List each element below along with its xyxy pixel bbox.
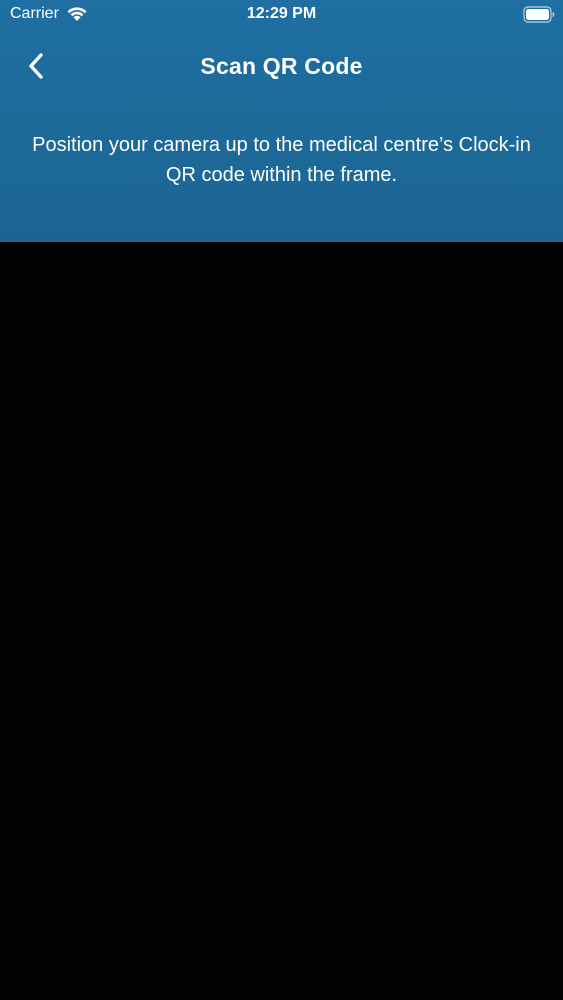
battery-icon <box>523 6 555 23</box>
instruction-text: Position your camera up to the medical c… <box>32 134 531 186</box>
camera-viewfinder[interactable] <box>0 242 563 1000</box>
nav-bar: Scan QR Code <box>0 44 563 90</box>
status-time: 12:29 PM <box>246 5 317 22</box>
qr-scan-screen: Carrier 12:29 PM Scan QR Code Position y… <box>0 0 563 1000</box>
page-title: Scan QR Code <box>200 53 363 79</box>
header: Carrier 12:29 PM Scan QR Code Position y… <box>0 0 563 242</box>
status-bar: Carrier 12:29 PM <box>0 0 563 30</box>
